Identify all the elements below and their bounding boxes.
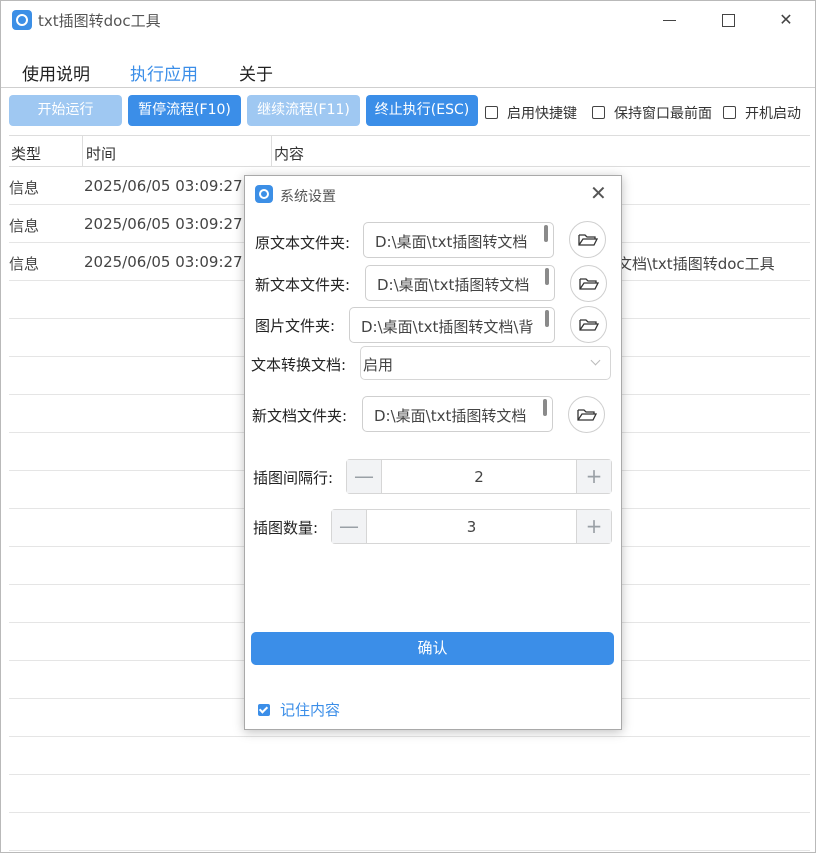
minimize-button[interactable] [647,7,691,33]
remember-label: 记住内容 [280,701,341,719]
confirm-button[interactable]: 确认 [251,632,614,665]
image-folder-input[interactable]: D:\桌面\txt插图转文档\背 [349,307,555,343]
chevron-down-icon [590,355,601,366]
interval-value[interactable]: 2 [381,468,577,486]
autostart-label: 开机启动 [745,106,801,122]
hotkey-checkbox[interactable]: 启用快捷键 [485,103,577,123]
interval-stepper[interactable]: — 2 + [346,459,612,494]
decrement-button[interactable]: — [347,460,382,493]
new-doc-folder-input[interactable]: D:\桌面\txt插图转文档 [362,396,553,432]
start-button[interactable]: 开始运行 [9,95,122,126]
topmost-label: 保持窗口最前面 [614,106,712,122]
folder-open-icon [579,319,600,331]
topmost-checkbox[interactable]: 保持窗口最前面 [592,103,712,123]
source-folder-input[interactable]: D:\桌面\txt插图转文档 [363,222,554,258]
menu-item-about[interactable]: 关于 [239,60,273,85]
row-time: 2025/06/05 03:09:27 [84,177,243,195]
image-folder-label: 图片文件夹: [255,317,336,335]
checkbox-checked-icon [258,704,270,716]
autostart-checkbox[interactable]: 开机启动 [723,103,801,123]
close-button[interactable]: ✕ [764,7,808,33]
title-bar: txt插图转doc工具 ✕ [1,1,815,39]
new-text-folder-input[interactable]: D:\桌面\txt插图转文档 [365,265,555,301]
remember-checkbox[interactable]: 记住内容 [258,699,340,720]
table-row [9,737,810,775]
menu-bar: 使用说明 执行应用 关于 [1,51,815,88]
row-type: 信息 [9,179,40,197]
hotkey-label: 启用快捷键 [507,106,577,122]
pause-button[interactable]: 暂停流程(F10) [128,95,241,126]
count-value[interactable]: 3 [366,518,577,536]
resume-button[interactable]: 继续流程(F11) [247,95,360,126]
column-divider[interactable] [271,136,272,166]
table-row [9,813,810,851]
interval-label: 插图间隔行: [253,469,334,487]
increment-button[interactable]: + [576,460,611,493]
new-text-folder-label: 新文本文件夹: [255,276,351,294]
folder-open-icon [578,234,599,246]
maximize-icon [721,14,735,27]
row-type: 信息 [9,217,40,235]
table-row [9,775,810,813]
source-folder-browse-button[interactable] [569,221,606,258]
new-text-folder-browse-button[interactable] [570,265,607,302]
checkbox-icon [592,106,605,119]
row-time: 2025/06/05 03:09:27 [84,253,243,271]
count-stepper[interactable]: — 3 + [331,509,612,544]
app-logo-icon [255,185,273,203]
minimize-icon [662,20,676,21]
toolbar: 开始运行 暂停流程(F10) 继续流程(F11) 终止执行(ESC) 启用快捷键… [1,93,815,129]
folder-open-icon [577,409,598,421]
header-content[interactable]: 内容 [274,143,304,164]
count-label: 插图数量: [253,519,319,537]
folder-open-icon [579,278,600,290]
menu-item-instructions[interactable]: 使用说明 [22,60,90,85]
row-content: 文档\txt插图转doc工具 [617,255,775,273]
close-icon: ✕ [779,10,793,29]
row-type: 信息 [9,255,40,273]
settings-dialog: 系统设置 ✕ 原文本文件夹: D:\桌面\txt插图转文档 新文本文件夹: D:… [244,175,622,730]
image-folder-browse-button[interactable] [570,306,607,343]
dialog-close-button[interactable]: ✕ [590,182,607,204]
header-type[interactable]: 类型 [11,143,41,164]
menu-item-execute[interactable]: 执行应用 [130,60,198,85]
row-time: 2025/06/05 03:09:27 [84,215,243,233]
close-icon: ✕ [590,181,607,205]
maximize-button[interactable] [706,7,750,33]
table-header: 类型 时间 内容 [9,135,810,167]
source-folder-label: 原文本文件夹: [255,234,351,252]
stop-button[interactable]: 终止执行(ESC) [366,95,478,126]
dialog-title: 系统设置 [280,189,336,205]
header-time[interactable]: 时间 [86,143,116,164]
app-logo-icon [12,10,32,30]
convert-doc-select[interactable]: 启用 [360,346,611,380]
checkbox-icon [485,106,498,119]
new-doc-folder-browse-button[interactable] [568,396,605,433]
convert-doc-label: 文本转换文档: [251,356,347,374]
window-title: txt插图转doc工具 [38,12,161,30]
decrement-button[interactable]: — [332,510,367,543]
new-doc-folder-label: 新文档文件夹: [252,407,348,425]
increment-button[interactable]: + [576,510,611,543]
column-divider[interactable] [82,136,83,166]
checkbox-icon [723,106,736,119]
